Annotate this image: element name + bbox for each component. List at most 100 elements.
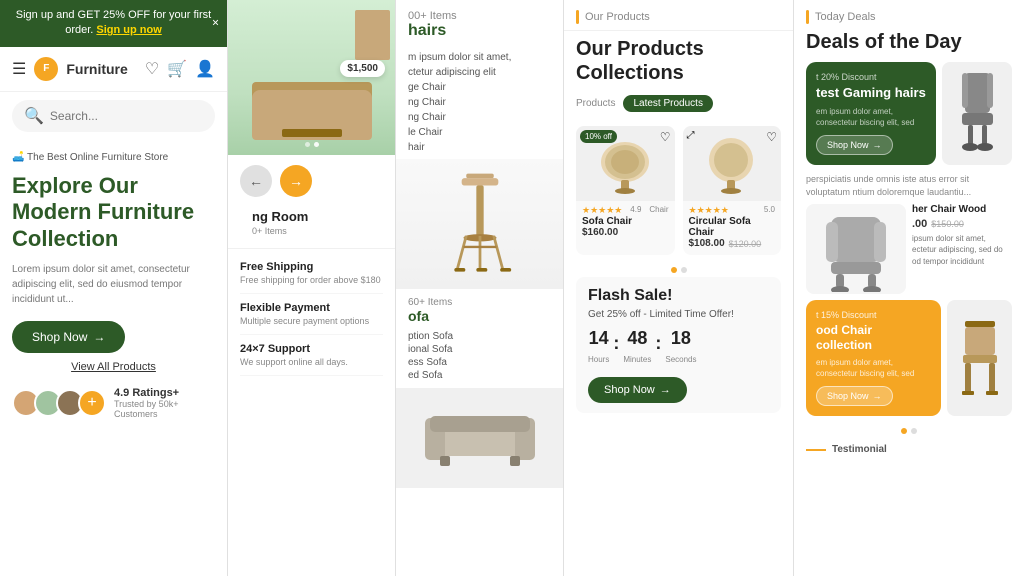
- deal-1-discount: t 20% Discount: [816, 72, 926, 82]
- deals-header-accent: [806, 10, 809, 24]
- product-badge-1: 10% off: [580, 130, 617, 143]
- promo-link[interactable]: Sign up now: [96, 24, 161, 36]
- close-icon[interactable]: ×: [212, 15, 219, 32]
- list-item[interactable]: ng Chair: [408, 95, 551, 110]
- testimonial-text: Testimonial: [832, 444, 887, 455]
- add-avatar-button[interactable]: +: [78, 389, 106, 417]
- feature-shipping-desc: Free shipping for order above $180: [240, 275, 383, 285]
- recliner-row: her Chair Wood .00 $150.00 ipsum dolor s…: [806, 204, 1012, 294]
- deals-dot-1: [901, 428, 907, 434]
- feature-support-title: 24×7 Support: [240, 343, 383, 355]
- list-item[interactable]: m ipsum dolor sit amet,: [408, 50, 551, 65]
- price-tag: $1,500: [340, 60, 385, 77]
- testimonial-accent: [806, 449, 826, 451]
- bar-stool-svg: [440, 169, 520, 279]
- deals-dots: [794, 422, 1024, 440]
- user-icon[interactable]: 👤: [195, 59, 215, 79]
- dot-2: [681, 267, 687, 273]
- list-item[interactable]: hair: [408, 140, 551, 155]
- testimonial-label: Testimonial: [794, 440, 1024, 459]
- product-old-price-2: $120.00: [729, 239, 762, 249]
- wishlist-icon-1[interactable]: ♡: [660, 130, 671, 144]
- deal-product-old-price: $150.00: [931, 219, 964, 229]
- panel-5: Today Deals Deals of the Day t 20% Disco…: [794, 0, 1024, 576]
- deals-header: Today Deals: [794, 0, 1024, 26]
- sofa-title: ofa: [408, 308, 551, 324]
- shop-now-button[interactable]: Shop Now →: [12, 321, 125, 353]
- tab-products[interactable]: Products: [576, 98, 615, 109]
- chairs-count: 00+ Items: [408, 10, 551, 22]
- sofa-svg: [425, 406, 535, 471]
- search-input[interactable]: [50, 109, 203, 123]
- shelf-decoration: [355, 10, 390, 60]
- brand-name: Furniture: [66, 61, 136, 77]
- list-item[interactable]: ge Chair: [408, 80, 551, 95]
- deal-2-desc: em ipsum dolor amet, consectetur biscing…: [816, 357, 931, 379]
- feature-payment-title: Flexible Payment: [240, 302, 383, 314]
- search-bar[interactable]: 🔍: [12, 100, 215, 132]
- tab-latest-products[interactable]: Latest Products: [623, 95, 712, 112]
- product-name-2: Circular Sofa Chair: [689, 216, 776, 238]
- minutes-value: 48: [623, 328, 651, 349]
- nav-arrows: ← →: [228, 155, 395, 207]
- chair-product-image: [396, 159, 563, 289]
- heart-icon[interactable]: ♡: [145, 59, 159, 79]
- list-item[interactable]: ess Sofa: [408, 356, 551, 369]
- cart-icon[interactable]: 🛒: [167, 59, 187, 79]
- deal-1-shop-label: Shop Now: [827, 140, 869, 150]
- search-icon: 🔍: [24, 106, 44, 126]
- list-item[interactable]: ional Sofa: [408, 343, 551, 356]
- sofa-list: ption Sofa ional Sofa ess Sofa ed Sofa: [396, 328, 563, 384]
- sofa-product-image: [396, 388, 563, 488]
- list-item[interactable]: ed Sofa: [408, 369, 551, 382]
- stars-1: ★★★★★: [582, 205, 622, 216]
- expand-icon-2[interactable]: ⤢: [687, 130, 695, 141]
- next-arrow-button[interactable]: →: [280, 165, 312, 197]
- chair-list: m ipsum dolor sit amet, ctetur adipiscin…: [396, 46, 563, 159]
- room-image: $1,500: [228, 0, 395, 155]
- product-image-2: ♡ ⤢: [683, 126, 782, 201]
- hamburger-icon[interactable]: ☰: [12, 59, 26, 79]
- feature-support-desc: We support online all days.: [240, 357, 383, 367]
- deal-1-desc: em ipsum dolor amet, consectetur biscing…: [816, 106, 926, 128]
- chairs-title: hairs: [408, 22, 551, 40]
- deal-card-1: t 20% Discount test Gaming hairs em ipsu…: [806, 62, 936, 165]
- hero-description: Lorem ipsum dolor sit amet, consectetur …: [12, 262, 215, 307]
- product-card-2[interactable]: ♡ ⤢ ★★★★★ 5.0 Circular Sofa Chair $108.0…: [683, 126, 782, 255]
- brand-icon: F: [34, 57, 58, 81]
- prev-arrow-button[interactable]: ←: [240, 165, 272, 197]
- product-card-1[interactable]: 10% off ♡ ★★★★★ 4.9 Chair Sofa Chair: [576, 126, 675, 255]
- wood-chair-svg: [955, 316, 1005, 401]
- list-item[interactable]: le Chair: [408, 125, 551, 140]
- deal-1-arrow-icon: →: [873, 140, 882, 150]
- product-prices-2: $108.00 $120.00: [689, 238, 776, 249]
- products-dots: [564, 263, 793, 277]
- separator-1: :: [613, 333, 619, 354]
- list-item[interactable]: ng Chair: [408, 110, 551, 125]
- product-image-1: 10% off ♡: [576, 126, 675, 201]
- store-badge-text: 🛋️ The Best Online Furniture Store: [12, 152, 168, 163]
- panel-3: 00+ Items hairs m ipsum dolor sit amet, …: [396, 0, 564, 576]
- deal-2-shop-button[interactable]: Shop Now →: [816, 386, 893, 406]
- list-item[interactable]: ption Sofa: [408, 330, 551, 343]
- list-item[interactable]: ctetur adipiscing elit: [408, 65, 551, 80]
- deals-title: Deals of the Day: [794, 26, 1024, 62]
- feature-shipping: Free Shipping Free shipping for order ab…: [240, 253, 383, 294]
- deal-1-title: test Gaming hairs: [816, 85, 926, 101]
- separator-2: :: [655, 333, 661, 354]
- flash-sale-shop-button[interactable]: Shop Now →: [588, 377, 687, 403]
- recliner-svg: [821, 207, 891, 292]
- deal-1-shop-button[interactable]: Shop Now →: [816, 135, 893, 155]
- stars-2: ★★★★★: [689, 205, 729, 216]
- minutes-label: Minutes: [623, 355, 651, 364]
- products-header-text: Our Products: [585, 11, 650, 23]
- wishlist-icon-2[interactable]: ♡: [766, 130, 777, 144]
- feature-payment-desc: Multiple secure payment options: [240, 316, 383, 326]
- product-info-2: ★★★★★ 5.0 Circular Sofa Chair $108.00 $1…: [683, 201, 782, 255]
- deal-card-2: t 15% Discount ood Chair collection em i…: [806, 300, 941, 416]
- store-badge: 🛋️ The Best Online Furniture Store: [12, 152, 215, 163]
- deal-product-prices: .00 $150.00: [912, 218, 1012, 230]
- table-shape: [282, 129, 342, 137]
- view-all-link[interactable]: View All Products: [12, 361, 215, 373]
- deal-2-arrow-icon: →: [873, 391, 882, 401]
